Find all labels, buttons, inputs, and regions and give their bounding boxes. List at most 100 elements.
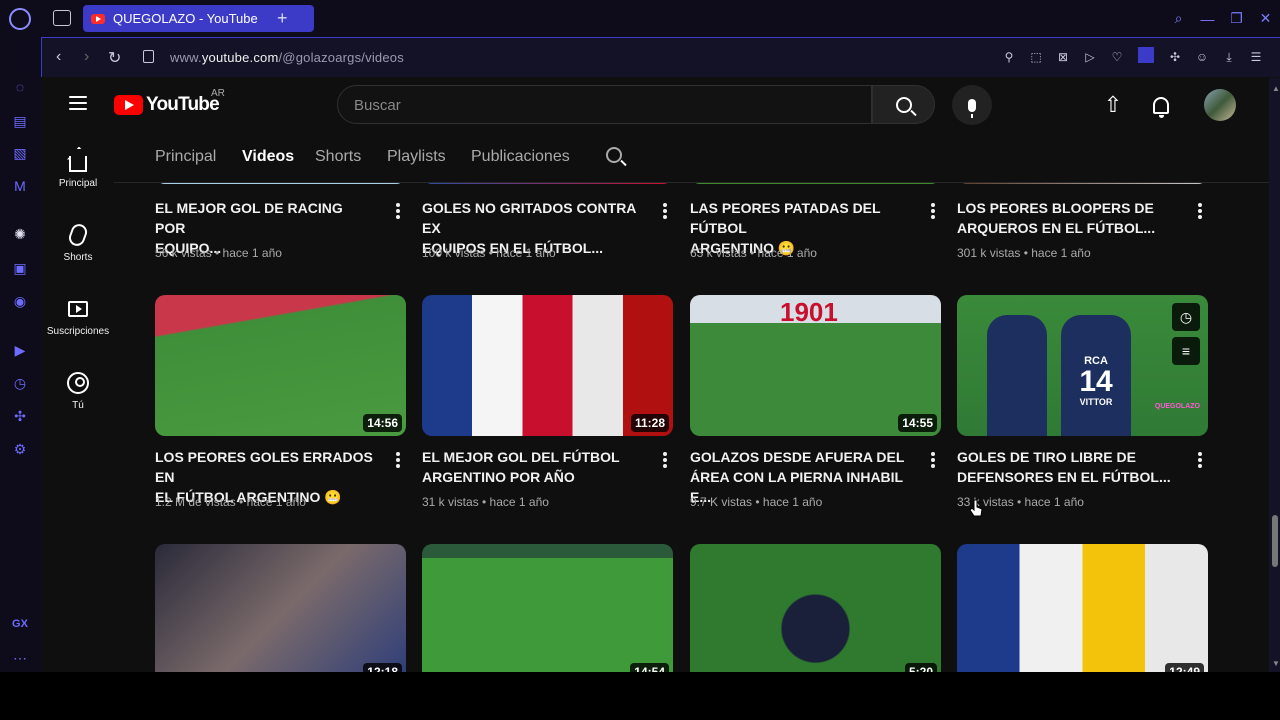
- video-duration: 12:18: [363, 663, 402, 672]
- tab-publicaciones[interactable]: Publicaciones: [471, 148, 570, 166]
- speed-dial-icon[interactable]: ◌: [10, 77, 30, 97]
- video-thumbnail[interactable]: 1901 14:55: [690, 295, 941, 436]
- puzzle-icon[interactable]: ✣: [1167, 49, 1183, 65]
- video-meta: 9.7 K vistas • hace 1 año: [690, 495, 823, 509]
- hand-cursor-icon: [969, 499, 983, 517]
- tab-playlists[interactable]: Playlists: [387, 148, 446, 166]
- workspaces-icon[interactable]: [53, 10, 71, 26]
- search-button[interactable]: [872, 85, 935, 124]
- video-meta: 63 k vistas • hace 1 año: [690, 246, 817, 260]
- sidebar-item-suscripciones[interactable]: Suscripciones: [42, 280, 114, 354]
- video-menu-icon[interactable]: [1198, 452, 1202, 468]
- gx-label[interactable]: GX: [10, 614, 30, 634]
- page-scrollbar[interactable]: ▲ ▼: [1269, 78, 1280, 672]
- twitch-icon[interactable]: ▣: [10, 258, 30, 278]
- minimize-icon[interactable]: —: [1193, 0, 1222, 37]
- voice-search-button[interactable]: [952, 85, 992, 125]
- search-input[interactable]: Buscar: [337, 85, 872, 124]
- video-thumbnail[interactable]: RCA 14 VITTOR QUEGOLAZO ◷ ≡: [957, 295, 1208, 436]
- video-menu-icon[interactable]: [931, 203, 935, 219]
- send-icon[interactable]: ▷: [1082, 49, 1098, 65]
- video-thumbnail[interactable]: 11:28: [422, 295, 673, 436]
- new-tab-icon[interactable]: +: [277, 8, 288, 29]
- tab-shorts[interactable]: Shorts: [315, 148, 361, 166]
- channel-search-icon[interactable]: [606, 147, 622, 163]
- settings-icon[interactable]: ⚙: [10, 439, 30, 459]
- youtube-play-icon: [114, 95, 143, 115]
- more-icon[interactable]: ⋯: [10, 648, 30, 668]
- video-meta: 31 k vistas • hace 1 año: [422, 495, 549, 509]
- sidebar-item-shorts[interactable]: Shorts: [42, 206, 114, 280]
- add-to-queue-icon[interactable]: ≡: [1172, 337, 1200, 365]
- gx-corner-icon[interactable]: ▧: [10, 143, 30, 163]
- heart-icon[interactable]: ♡: [1109, 49, 1125, 65]
- close-window-icon[interactable]: ✕: [1251, 0, 1280, 37]
- video-title[interactable]: LOS PEORES BLOOPERS DE ARQUEROS EN EL FÚT…: [957, 198, 1177, 238]
- subscriptions-icon: [68, 300, 88, 317]
- yt-header: YouTube AR Buscar ⇧: [42, 78, 1269, 132]
- tab-videos[interactable]: Videos: [242, 148, 294, 166]
- opera-sidebar: ◌ ▤ ▧ M ✺ ▣ ◉ ▶ ◷ ✣ ⚙ GX ⋯: [0, 0, 41, 672]
- menu-icon[interactable]: ☰: [1248, 49, 1264, 65]
- youtube-logo[interactable]: YouTube AR: [114, 88, 225, 116]
- youtube-favicon-icon: [91, 13, 105, 24]
- url-field[interactable]: www.youtube.com/@golazoargs/videos: [170, 50, 404, 65]
- forward-icon[interactable]: ›: [84, 48, 89, 66]
- video-duration: 14:56: [363, 414, 402, 432]
- video-menu-icon[interactable]: [663, 203, 667, 219]
- video-menu-icon[interactable]: [396, 452, 400, 468]
- video-thumbnail[interactable]: 14:56: [155, 295, 406, 436]
- tab-strip: QUEGOLAZO - YouTube + ⌕ — ❐ ✕: [41, 0, 1280, 37]
- video-thumbnail[interactable]: 12:18: [155, 544, 406, 672]
- restore-icon[interactable]: ❐: [1222, 0, 1251, 37]
- avatar[interactable]: [1204, 89, 1236, 121]
- logo-word: YouTube: [146, 94, 220, 115]
- player-icon[interactable]: ▶: [10, 340, 30, 360]
- video-menu-icon[interactable]: [663, 452, 667, 468]
- sidebar-item-label: Shorts: [63, 251, 93, 263]
- upload-icon[interactable]: ⇧: [1100, 92, 1126, 118]
- snapshot-icon[interactable]: ⬚: [1028, 49, 1044, 65]
- video-menu-icon[interactable]: [931, 452, 935, 468]
- sidebar-item-tu[interactable]: Tú: [42, 354, 114, 428]
- scroll-down-icon[interactable]: ▼: [1272, 659, 1280, 668]
- discord-icon[interactable]: ◉: [10, 291, 30, 311]
- window-controls: ⌕ — ❐ ✕: [1164, 0, 1280, 37]
- sidebar-item-principal[interactable]: Principal: [42, 132, 114, 206]
- notifications-button[interactable]: [1148, 92, 1174, 118]
- hamburger-menu-icon[interactable]: [69, 96, 87, 110]
- pin-icon[interactable]: ⚲: [1001, 49, 1017, 65]
- reload-icon[interactable]: ↻: [108, 48, 121, 68]
- chatgpt-icon[interactable]: ✺: [10, 224, 30, 244]
- video-thumbnail[interactable]: 5:20: [690, 544, 941, 672]
- messenger-icon[interactable]: M: [10, 176, 30, 196]
- watch-later-icon[interactable]: ◷: [1172, 303, 1200, 331]
- sidebar-item-label: Tú: [72, 399, 84, 411]
- scroll-up-icon[interactable]: ▲: [1272, 84, 1280, 93]
- url-prefix: www.: [170, 50, 202, 65]
- search-placeholder: Buscar: [354, 97, 401, 114]
- video-menu-icon[interactable]: [1198, 203, 1202, 219]
- search-tabs-icon[interactable]: ⌕: [1164, 0, 1193, 37]
- video-title[interactable]: EL MEJOR GOL DEL FÚTBOL ARGENTINO POR AÑO: [422, 447, 642, 487]
- video-thumbnail[interactable]: 12:49: [957, 544, 1208, 672]
- extensions-icon[interactable]: ✣: [10, 406, 30, 426]
- lock-icon[interactable]: [143, 50, 154, 63]
- search-icon: [895, 96, 912, 113]
- opera-logo-icon[interactable]: [9, 8, 31, 30]
- download-icon[interactable]: ⤓: [1221, 49, 1237, 65]
- adblock-icon[interactable]: ⊠: [1055, 49, 1071, 65]
- yt-mini-sidebar: Principal Shorts Suscripciones Tú: [42, 132, 114, 672]
- sidebar-item-label: Suscripciones: [46, 325, 110, 337]
- back-icon[interactable]: ‹: [56, 48, 61, 66]
- gx-control-icon[interactable]: ▤: [10, 111, 30, 131]
- tab-principal[interactable]: Principal: [155, 148, 216, 166]
- video-menu-icon[interactable]: [396, 203, 400, 219]
- profile-icon[interactable]: ☺: [1194, 49, 1210, 65]
- video-title[interactable]: GOLES DE TIRO LIBRE DE DEFENSORES EN EL F…: [957, 447, 1177, 487]
- history-icon[interactable]: ◷: [10, 373, 30, 393]
- you-icon: [67, 371, 89, 394]
- scrollbar-thumb[interactable]: [1272, 515, 1278, 567]
- video-thumbnail[interactable]: 14:54: [422, 544, 673, 672]
- toolbar-extensions: ⚲ ⬚ ⊠ ▷ ♡ ✣ ☺ ⤓ ☰: [1001, 47, 1264, 65]
